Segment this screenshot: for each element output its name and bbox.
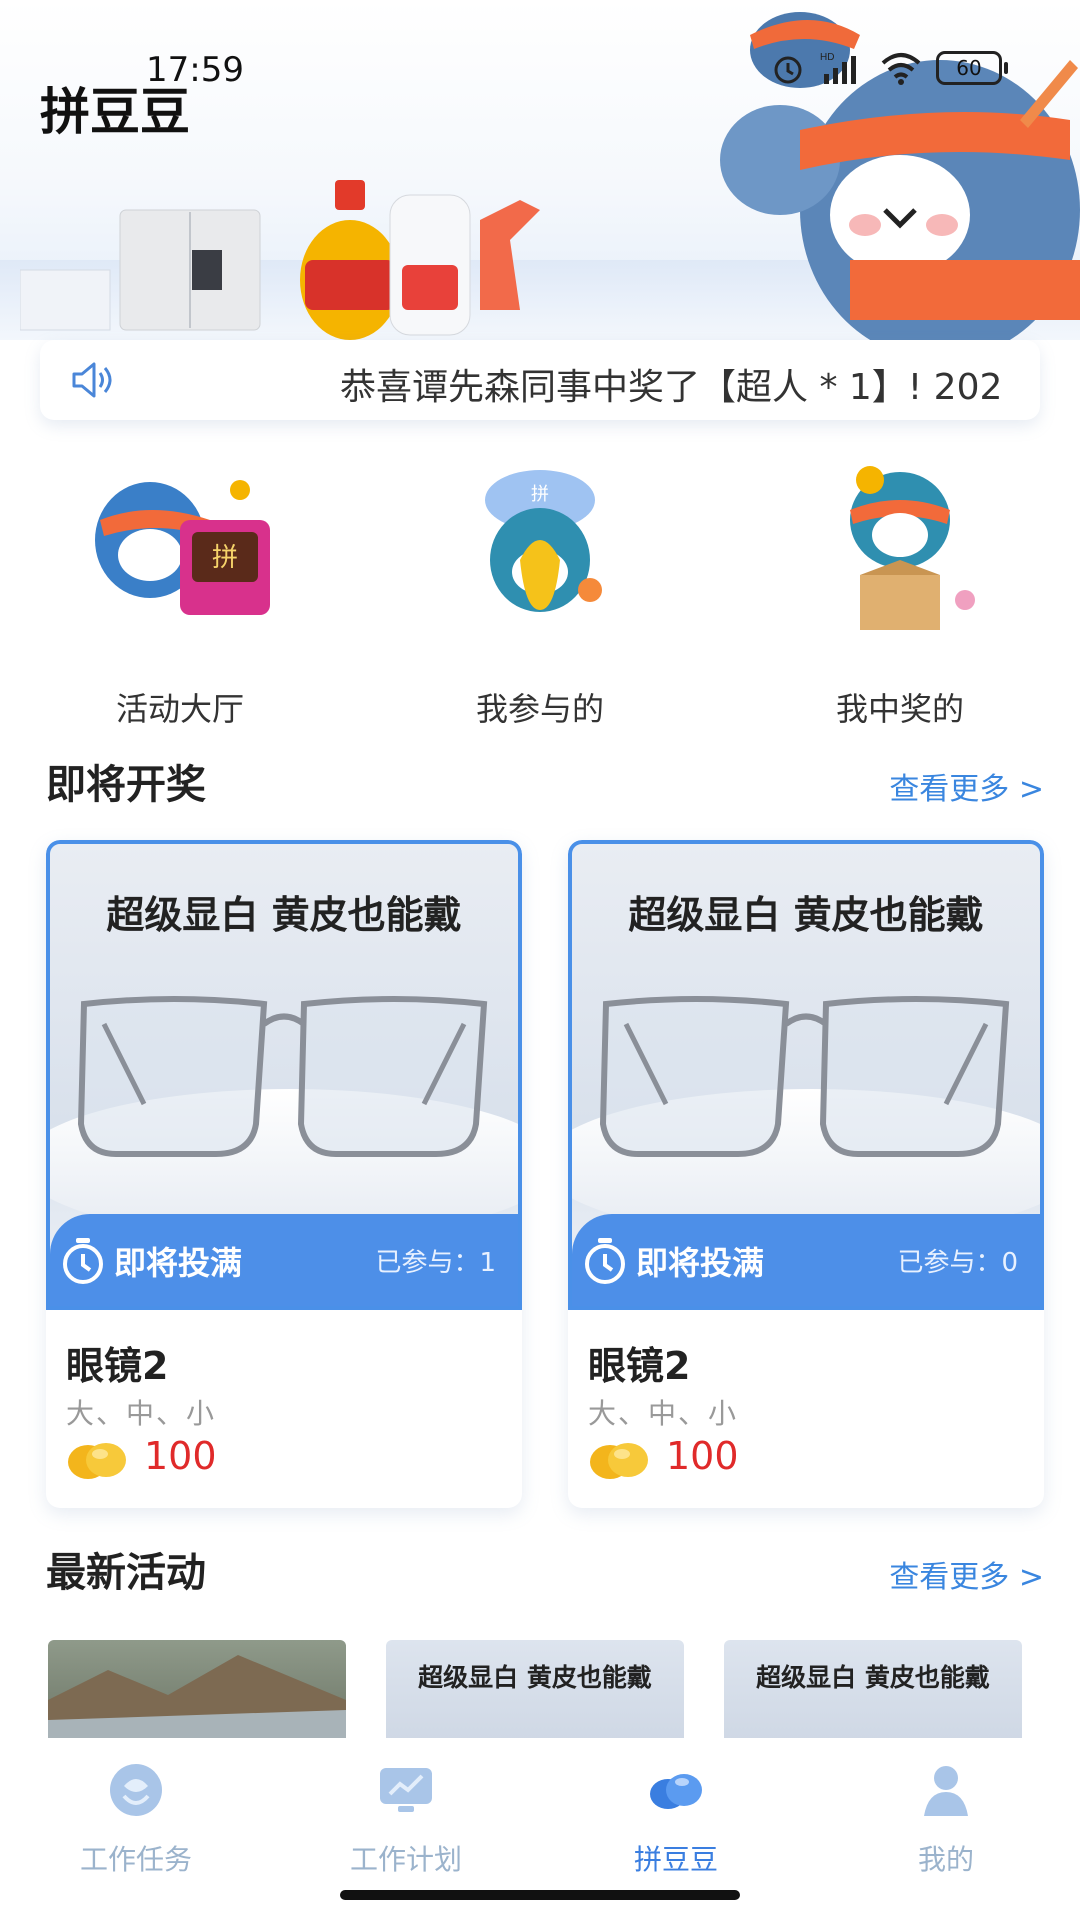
upcoming-more-link[interactable]: 查看更多 > [889,764,1044,808]
section-title-latest: 最新活动 [46,1550,206,1596]
speaker-icon [72,362,112,398]
beans-icon [650,1774,702,1809]
timer-icon [585,1238,625,1284]
status-strip: 即将投满 已参与：1 [50,1214,518,1306]
product-photo: 超级显白 黄皮也能戴 即将投满 已参与：1 [46,840,522,1310]
joined-count: 已参与：1 [375,1248,496,1278]
svg-text:HD: HD [820,52,834,63]
tab-label: 拼豆豆 [633,1843,718,1876]
wins-illustration [850,466,975,630]
status-text: 即将投满 [114,1244,243,1282]
thumb-text: 超级显白 黄皮也能戴 [756,1663,990,1692]
participation-illustration: 拼 [485,470,602,612]
alarm-icon [774,56,802,84]
activity-thumb[interactable]: 超级显白 黄皮也能戴 [724,1640,1022,1740]
tab-beans[interactable]: 拼豆豆 [576,1760,776,1878]
beans-coin-icon [68,1443,126,1479]
activity-thumb[interactable] [48,1640,346,1740]
product-slogan: 超级显白 黄皮也能戴 [106,893,462,937]
svg-text:拼: 拼 [212,543,238,573]
profile-icon [924,1766,968,1816]
product-name: 眼镜2 [588,1344,691,1388]
entry-label: 我中奖的 [835,690,964,728]
joined-count: 已参与：0 [897,1248,1018,1278]
tab-label: 工作计划 [349,1843,462,1876]
activity-thumb[interactable]: 超级显白 黄皮也能戴 [386,1640,684,1740]
banner-products-illustration [20,180,540,340]
entry-my-participation[interactable]: 拼 我参与的 [400,460,680,730]
notice-text: 恭喜谭先森同事中奖了【超人 * 1】! 202 [340,367,1003,408]
svg-text:拼: 拼 [531,484,549,505]
plan-icon [380,1768,432,1812]
activity-hall-illustration: 拼 [95,480,270,615]
latest-more-link[interactable]: 查看更多 > [889,1552,1044,1596]
thumb-text: 超级显白 黄皮也能戴 [418,1663,652,1692]
entry-my-wins[interactable]: 我中奖的 [760,460,1040,730]
lottery-card[interactable]: 超级显白 黄皮也能戴 即将投满 已参与：1 眼镜2 大、中、小 100 [46,840,522,1508]
task-icon [110,1764,162,1816]
product-name: 眼镜2 [66,1344,169,1388]
tab-profile[interactable]: 我的 [846,1760,1046,1878]
mountain-photo [48,1655,346,1740]
tab-work-tasks[interactable]: 工作任务 [36,1760,236,1878]
entry-label: 活动大厅 [115,690,244,728]
product-sizes: 大、中、小 [66,1397,217,1430]
status-text: 即将投满 [636,1244,765,1282]
lottery-card[interactable]: 超级显白 黄皮也能戴 即将投满 已参与：0 眼镜2 大、中、小 100 [568,840,1044,1508]
entry-activity-hall[interactable]: 拼 活动大厅 [40,460,320,730]
glasses-illustration [599,996,1010,1157]
status-time: 17:59 [146,50,244,90]
signal-icon: HD [820,52,856,84]
notice-bar[interactable]: 恭喜谭先森同事中奖了【超人 * 1】! 202 [40,340,1040,420]
header-banner: 拼豆豆 17:59 HD 60 [0,0,1080,340]
status-strip: 即将投满 已参与：0 [572,1214,1040,1306]
tab-label: 工作任务 [79,1843,192,1876]
home-indicator[interactable] [340,1890,740,1900]
tab-work-plan[interactable]: 工作计划 [306,1760,506,1878]
tab-label: 我的 [917,1843,974,1876]
wifi-icon [881,53,921,85]
timer-icon [63,1238,103,1284]
glasses-illustration [77,996,488,1157]
entry-label: 我参与的 [475,690,604,728]
section-title-upcoming: 即将开奖 [46,762,206,808]
status-icons: HD 60 [770,46,1008,90]
battery-indicator: 60 [936,51,1008,85]
beans-coin-icon [590,1443,648,1479]
product-price: 100 [144,1434,217,1478]
product-sizes: 大、中、小 [588,1397,739,1430]
product-price: 100 [666,1434,739,1478]
product-photo: 超级显白 黄皮也能戴 即将投满 已参与：0 [568,840,1044,1310]
product-slogan: 超级显白 黄皮也能戴 [628,893,984,937]
